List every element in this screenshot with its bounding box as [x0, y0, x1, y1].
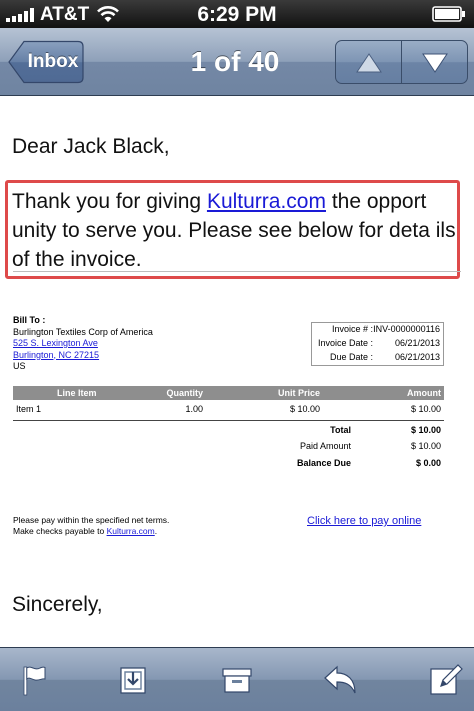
column-header-quantity: Quantity	[166, 388, 203, 398]
bill-to-block: Bill To : Burlington Textiles Corp of Am…	[13, 315, 153, 373]
intro-paragraph: Thank you for giving Kulturra.com the op…	[12, 187, 456, 274]
due-date: 06/21/2013	[394, 352, 440, 362]
inbox-back-label: Inbox	[27, 51, 79, 72]
navigation-bar: Inbox 1 of 40	[0, 28, 474, 96]
column-header-amount: Amount	[407, 388, 441, 398]
flag-icon	[23, 666, 46, 696]
paid-value: $ 10.00	[410, 441, 441, 451]
invoice-table-header: Line Item Quantity Unit Price Amount	[13, 386, 444, 400]
checks-payable-period: .	[154, 525, 158, 536]
bill-to-label: Bill To :	[13, 315, 46, 325]
previous-message-button[interactable]	[336, 41, 402, 83]
message-counter: 1 of 40	[190, 46, 280, 77]
checks-payable-note: Make checks payable to Kulturra.com.	[13, 526, 169, 537]
paid-label: Paid Amount	[299, 441, 351, 451]
item-unit-price: $ 10.00	[289, 404, 320, 414]
address-line2-link[interactable]: Burlington, NC 27215	[13, 350, 153, 362]
greeting: Dear Jack Black,	[12, 135, 170, 158]
archive-icon	[222, 668, 252, 693]
kulturra-link[interactable]: Kulturra.com	[207, 190, 326, 213]
total-label: Total	[330, 425, 351, 435]
balance-label: Balance Due	[296, 458, 351, 468]
checks-payable-text: Make checks payable to	[13, 525, 107, 536]
message-navigation	[335, 40, 468, 84]
table-rule	[13, 420, 444, 421]
status-bar: AT&T 6:29 PM	[0, 0, 474, 28]
compose-button[interactable]	[427, 662, 463, 698]
status-time: 6:29 PM	[197, 3, 277, 26]
archive-button[interactable]	[219, 662, 255, 698]
invoice-number: INV-0000000116	[373, 324, 440, 334]
invoice-date: 06/21/2013	[394, 338, 440, 348]
due-date-label: Due Date :	[329, 352, 373, 362]
reply-button[interactable]	[322, 662, 358, 698]
kulturra-footer-link[interactable]: Kulturra.com	[107, 526, 155, 536]
item-name: Item 1	[16, 404, 42, 414]
total-row: Total $ 10.00	[13, 425, 444, 437]
column-header-unit-price: Unit Price	[277, 388, 320, 398]
bottom-toolbar	[0, 647, 474, 711]
move-to-folder-icon	[120, 667, 146, 694]
flag-button[interactable]	[16, 662, 52, 698]
pay-online-link[interactable]: Click here to pay online	[307, 515, 421, 527]
company-name: Burlington Textiles Corp of America	[13, 326, 153, 337]
intro-text-start: Thank you for giving	[12, 190, 207, 213]
email-body[interactable]: Dear Jack Black, Thank you for giving Ku…	[0, 97, 474, 647]
invoice-date-label: Invoice Date :	[317, 338, 373, 348]
closing: Sincerely,	[12, 593, 103, 616]
compose-icon	[430, 664, 463, 695]
balance-row: Balance Due $ 0.00	[13, 458, 444, 470]
next-message-button[interactable]	[402, 41, 467, 83]
reply-icon	[324, 665, 356, 694]
table-row: Item 1 1.00 $ 10.00 $ 10.00	[13, 404, 444, 416]
up-arrow-icon	[356, 53, 382, 73]
inbox-back-button[interactable]: Inbox	[8, 40, 84, 84]
total-value: $ 10.00	[410, 425, 441, 435]
item-amount: $ 10.00	[410, 404, 441, 414]
address-line1-link[interactable]: 525 S. Lexington Ave	[13, 338, 153, 350]
item-quantity: 1.00	[185, 404, 203, 414]
invoice-details-box: Invoice # : INV-0000000116 Invoice Date …	[311, 322, 444, 366]
battery-icon	[432, 6, 465, 22]
invoice-number-label: Invoice # :	[331, 324, 373, 334]
divider	[13, 271, 461, 272]
column-header-line-item: Line Item	[57, 388, 97, 398]
country: US	[13, 361, 26, 371]
move-to-folder-button[interactable]	[115, 662, 151, 698]
down-arrow-icon	[422, 53, 448, 73]
payment-note: Please pay within the specified net term…	[13, 515, 169, 536]
balance-value: $ 0.00	[415, 458, 441, 468]
payment-terms-note: Please pay within the specified net term…	[13, 515, 170, 525]
paid-row: Paid Amount $ 10.00	[13, 441, 444, 453]
